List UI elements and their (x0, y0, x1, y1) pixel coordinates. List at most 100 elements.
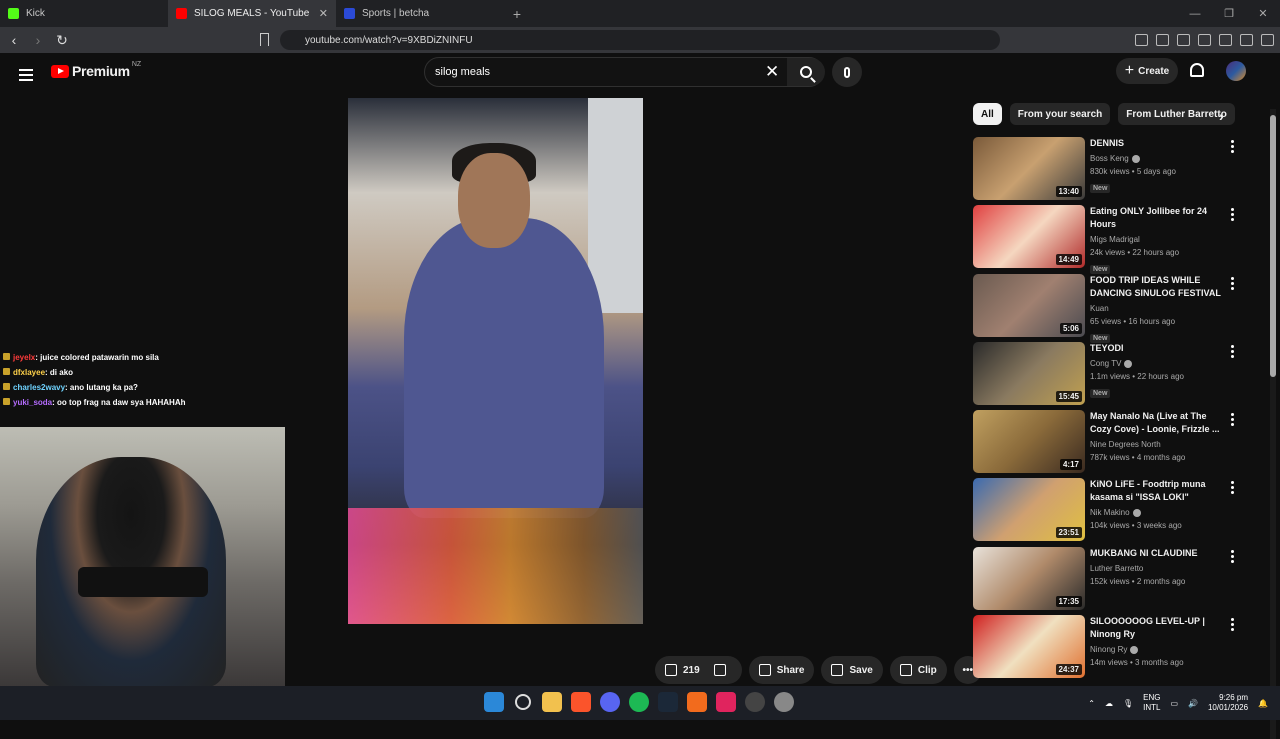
start-icon[interactable] (484, 692, 504, 712)
leo-icon[interactable] (1219, 34, 1232, 46)
notification-bell-icon[interactable]: 🔔 (1258, 699, 1268, 708)
spotify-icon[interactable] (629, 692, 649, 712)
page-scrollbar[interactable] (1270, 109, 1276, 739)
recommendation-item[interactable]: 23:51 KiNO LiFE - Foodtrip muna kasama si… (973, 478, 1248, 546)
discord-icon[interactable] (600, 692, 620, 712)
channel-name[interactable]: Ninong Ry (1090, 645, 1127, 654)
video-title[interactable]: MUKBANG NI CLAUDINE (1090, 547, 1230, 560)
video-thumbnail[interactable]: 5:06 (973, 273, 1085, 337)
recommendation-item[interactable]: 14:49 Eating ONLY Jollibee for 24 Hours Mi… (973, 205, 1248, 275)
file-explorer-icon[interactable] (542, 692, 562, 712)
address-bar[interactable]: youtube.com/watch?v=9XBDiZNINFU (280, 30, 1000, 50)
more-options-icon[interactable] (1231, 208, 1234, 223)
volume-icon[interactable]: 🔊 (1188, 699, 1198, 708)
search-box[interactable]: silog meals ✕ (424, 57, 825, 87)
more-options-icon[interactable] (1231, 413, 1234, 428)
chip-from-luther-barretto[interactable]: From Luther Barretto (1118, 103, 1235, 125)
channel-name[interactable]: Boss Keng (1090, 154, 1129, 163)
video-thumbnail[interactable]: 17:35 (973, 546, 1085, 610)
chip-all[interactable]: All (973, 103, 1002, 125)
thumbs-down-icon[interactable] (713, 664, 726, 676)
maximize-icon[interactable]: ❐ (1212, 0, 1246, 27)
hamburger-menu-icon[interactable] (19, 66, 33, 84)
channel-name[interactable]: Nine Degrees North (1090, 440, 1161, 449)
obs-icon[interactable] (745, 692, 765, 712)
wallet-icon[interactable] (1198, 34, 1211, 46)
clock[interactable]: 9:26 pm 10/01/2026 (1208, 693, 1248, 713)
reload-icon[interactable]: ↻ (52, 32, 72, 49)
notifications-icon[interactable] (1190, 63, 1204, 77)
video-title[interactable]: DENNIS (1090, 137, 1230, 150)
more-options-icon[interactable] (1231, 344, 1234, 360)
cloud-icon[interactable]: ☁ (1105, 699, 1113, 708)
music-icon[interactable] (1156, 34, 1169, 46)
video-thumbnail[interactable]: 13:40 (973, 137, 1085, 200)
like-button[interactable]: 219 (655, 656, 742, 684)
steam-icon[interactable] (658, 692, 678, 712)
video-thumbnail[interactable]: 4:17 (973, 410, 1085, 474)
save-button[interactable]: Save (821, 656, 883, 684)
channel-name[interactable]: Luther Barretto (1090, 564, 1143, 573)
chevron-up-icon[interactable]: ⌃ (1088, 699, 1095, 708)
more-options-icon[interactable] (1231, 276, 1234, 292)
mic-tray-icon[interactable]: 🎙 (1123, 699, 1133, 708)
chevron-right-icon[interactable]: › (1219, 108, 1224, 124)
youtube-logo[interactable]: Premium NZ (51, 61, 141, 79)
recommendation-item[interactable]: 24:37 SILOOOOOOG LEVEL-UP | Ninong Ry Nino… (973, 615, 1248, 683)
channel-name[interactable]: Migs Madrigal (1090, 235, 1140, 244)
bookmark-icon[interactable] (260, 33, 269, 46)
network-icon[interactable]: ▭ (1170, 699, 1178, 708)
new-tab-button[interactable]: + (506, 6, 528, 22)
video-title[interactable]: TEYODI (1090, 342, 1230, 355)
forward-icon[interactable]: › (28, 32, 48, 48)
close-tab-icon[interactable]: ✕ (319, 7, 328, 20)
channel-name[interactable]: Cong TV (1090, 359, 1121, 368)
recommendation-item[interactable]: 17:35 MUKBANG NI CLAUDINE Luther Barretto 1… (973, 546, 1248, 615)
search-icon[interactable] (515, 694, 531, 710)
video-thumbnail[interactable]: 15:45 (973, 341, 1085, 405)
video-player[interactable] (348, 98, 643, 624)
video-title[interactable]: KiNO LiFE - Foodtrip muna kasama si "ISS… (1090, 478, 1230, 504)
menu-icon[interactable] (1261, 34, 1274, 46)
more-options-icon[interactable] (1231, 140, 1234, 155)
channel-name[interactable]: Nik Makino (1090, 508, 1130, 517)
avatar[interactable] (1226, 61, 1246, 81)
more-options-icon[interactable] (1231, 549, 1234, 565)
video-thumbnail[interactable]: 14:49 (973, 205, 1085, 269)
sidebar-icon[interactable] (1177, 34, 1190, 46)
tab-youtube[interactable]: SILOG MEALS - YouTube ✕ (168, 0, 336, 27)
minimize-icon[interactable]: — (1178, 0, 1212, 27)
video-title[interactable]: FOOD TRIP IDEAS WHILE DANCING SINULOG FE… (1090, 274, 1230, 300)
share-button[interactable]: Share (748, 656, 815, 684)
clip-button[interactable]: Clip (889, 656, 947, 684)
video-thumbnail[interactable]: 23:51 (973, 478, 1085, 542)
tab-betcha[interactable]: Sports | betcha (336, 0, 504, 27)
language-indicator[interactable]: ENG INTL (1143, 693, 1160, 713)
video-title[interactable]: May Nanalo Na (Live at The Cozy Cove) - … (1090, 410, 1230, 436)
valorant-icon[interactable] (716, 692, 736, 712)
tab-kick[interactable]: Kick (0, 0, 168, 27)
more-options-icon[interactable] (1231, 481, 1234, 496)
back-icon[interactable]: ‹ (4, 32, 24, 48)
more-options-icon[interactable] (1231, 618, 1234, 633)
brave-icon[interactable] (571, 692, 591, 712)
recommendation-item[interactable]: 5:06 FOOD TRIP IDEAS WHILE DANCING SINULO… (973, 273, 1248, 343)
video-title[interactable]: SILOOOOOOG LEVEL-UP | Ninong Ry (1090, 615, 1230, 641)
chip-from-your-search[interactable]: From your search (1009, 103, 1111, 125)
channel-name[interactable]: Kuan (1090, 304, 1109, 313)
recommendation-item[interactable]: 4:17 May Nanalo Na (Live at The Cozy Cove… (973, 410, 1248, 478)
voice-search-button[interactable] (832, 57, 862, 87)
screenshot-icon[interactable] (1135, 34, 1148, 46)
create-button[interactable]: + Create (1116, 58, 1178, 84)
video-thumbnail[interactable]: 24:37 (973, 615, 1085, 679)
close-window-icon[interactable]: ✕ (1246, 0, 1280, 27)
search-input[interactable]: silog meals (435, 66, 490, 78)
recommendation-item[interactable]: 15:45 TEYODI Cong TV 1.1m views • 22 hours … (973, 341, 1248, 410)
video-title[interactable]: Eating ONLY Jollibee for 24 Hours (1090, 205, 1230, 231)
search-button[interactable] (787, 58, 825, 86)
scrollbar-thumb[interactable] (1270, 115, 1276, 377)
recommendation-item[interactable]: 13:40 DENNIS Boss Keng 830k views • 5 days … (973, 137, 1248, 205)
app-icon[interactable] (687, 692, 707, 712)
vpn-icon[interactable] (1240, 34, 1253, 46)
clear-search-icon[interactable]: ✕ (765, 62, 779, 82)
